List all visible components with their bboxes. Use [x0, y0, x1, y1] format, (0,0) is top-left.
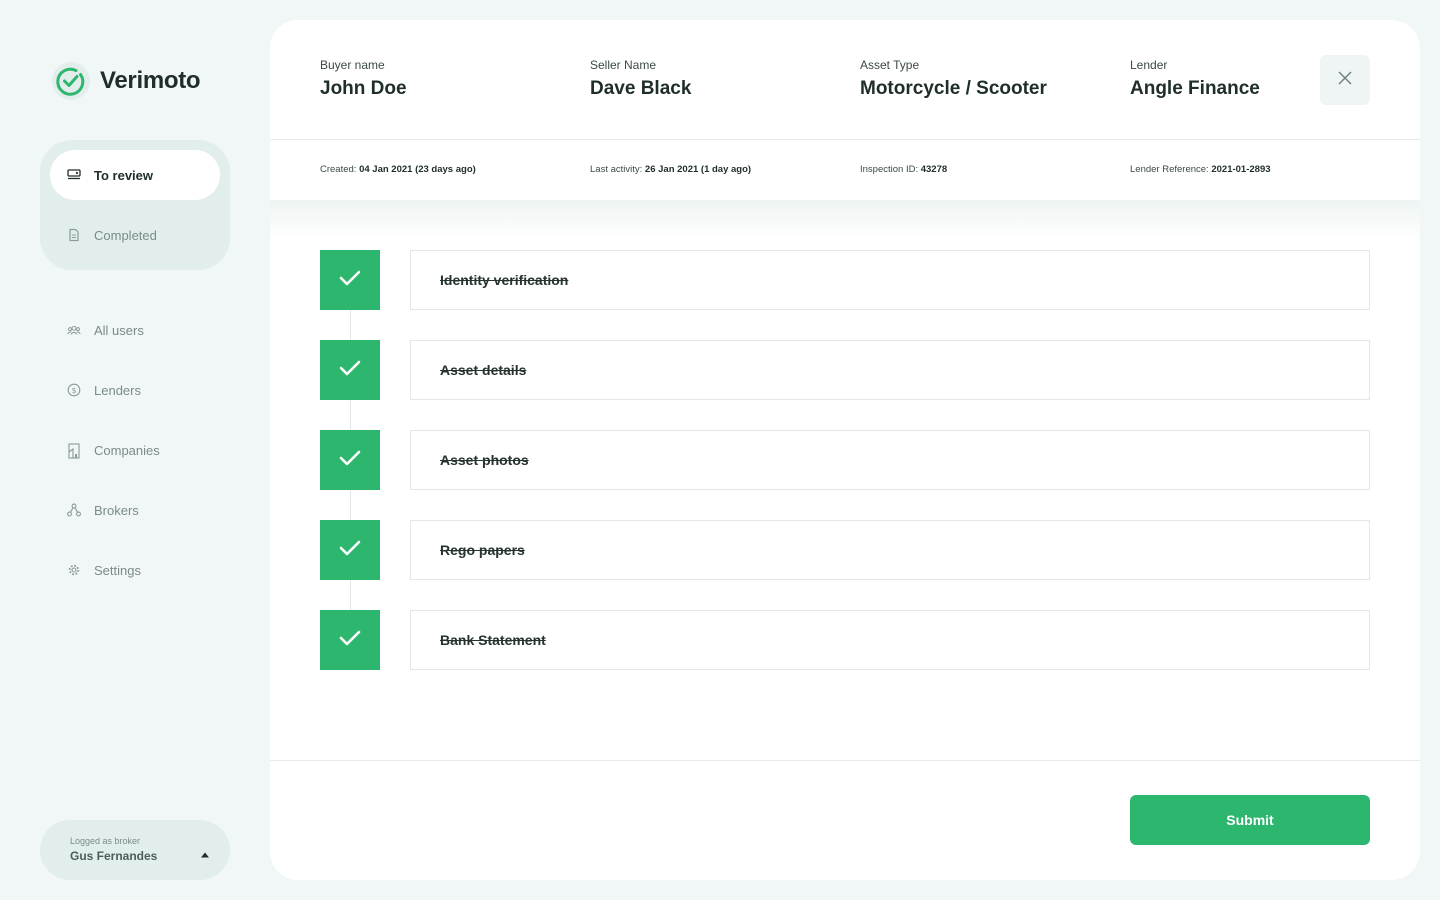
sidebar-item-brokers[interactable]: Brokers: [50, 485, 139, 535]
sidebar-item-label: Companies: [94, 442, 160, 458]
gear-icon: [67, 563, 81, 577]
field-value: Angle Finance: [1130, 78, 1260, 99]
step-label: Identity verification: [440, 272, 569, 288]
step-label: Asset details: [440, 362, 527, 378]
field-value: John Doe: [320, 78, 407, 99]
step-checkbox[interactable]: [320, 250, 380, 310]
inbox-icon: [67, 168, 81, 182]
meta-value: 26 Jan 2021 (1 day ago): [644, 164, 752, 175]
meta-value: 43278: [920, 164, 948, 175]
field-label: Lender: [1130, 58, 1168, 72]
nav-item-completed[interactable]: Completed: [50, 210, 220, 260]
sidebar-item-settings[interactable]: Settings: [50, 545, 141, 595]
meta-value: 2021-01-2893: [1211, 164, 1271, 175]
step-checkbox[interactable]: [320, 520, 380, 580]
seller-field: Seller Name Dave Black: [590, 58, 691, 100]
field-label: Seller Name: [590, 58, 657, 72]
brand-name: Verimoto: [100, 67, 201, 94]
field-value: Dave Black: [590, 78, 692, 99]
lender-field: Lender Angle Finance: [1130, 58, 1260, 100]
user-name: Gus Fernandes: [70, 849, 158, 863]
checkmark-icon: [339, 630, 361, 651]
svg-text:$: $: [71, 386, 76, 395]
meta-label: Created:: [320, 164, 357, 175]
meta-lender-reference: Lender Reference: 2021-01-2893: [1130, 164, 1271, 175]
network-icon: [67, 503, 81, 517]
user-menu[interactable]: Logged as broker Gus Fernandes: [40, 820, 230, 880]
users-icon: [67, 323, 81, 337]
header-shadow: [270, 200, 1420, 240]
sidebar-item-label: Brokers: [94, 502, 139, 518]
nav-item-to-review[interactable]: To review: [50, 150, 220, 200]
dollar-icon: $: [67, 383, 81, 397]
step-label: Asset photos: [440, 452, 529, 468]
step-checkbox[interactable]: [320, 340, 380, 400]
step-card[interactable]: Asset photos: [410, 430, 1370, 490]
sidebar-item-companies[interactable]: Companies: [50, 425, 160, 475]
sidebar-item-label: All users: [94, 322, 144, 338]
caret-up-icon: [200, 846, 210, 864]
inspection-header: Buyer name John Doe Seller Name Dave Bla…: [270, 20, 1420, 140]
asset-type-field: Asset Type Motorcycle / Scooter: [860, 58, 1047, 100]
field-label: Asset Type: [860, 58, 920, 72]
field-label: Buyer name: [320, 58, 385, 72]
meta-label: Inspection ID:: [860, 164, 919, 175]
step-card[interactable]: Rego papers: [410, 520, 1370, 580]
step-card[interactable]: Asset details: [410, 340, 1370, 400]
inspection-panel: Buyer name John Doe Seller Name Dave Bla…: [270, 20, 1420, 880]
step-label: Bank Statement: [440, 632, 546, 648]
brand-logo[interactable]: Verimoto: [52, 62, 201, 100]
step-label: Rego papers: [440, 542, 525, 558]
checkmark-icon: [339, 270, 361, 291]
nav-item-label: Completed: [94, 227, 157, 243]
step-identity-verification[interactable]: Identity verification: [320, 250, 1370, 310]
meta-inspection-id: Inspection ID: 43278: [860, 164, 947, 175]
step-card[interactable]: Bank Statement: [410, 610, 1370, 670]
check-circle-icon: [52, 62, 90, 100]
building-icon: [67, 443, 81, 459]
review-nav-group: To review Completed: [40, 140, 230, 270]
field-value: Motorcycle / Scooter: [860, 78, 1047, 99]
footer-divider: [270, 760, 1420, 761]
nav-item-label: To review: [94, 167, 154, 183]
sidebar-item-all-users[interactable]: All users: [50, 305, 144, 355]
step-bank-statement[interactable]: Bank Statement: [320, 610, 1370, 670]
meta-label: Last activity:: [590, 164, 643, 175]
meta-value: 04 Jan 2021 (23 days ago): [359, 164, 476, 175]
close-button[interactable]: [1320, 55, 1370, 105]
sidebar-item-label: Lenders: [94, 382, 141, 398]
meta-last-activity: Last activity: 26 Jan 2021 (1 day ago): [590, 164, 751, 175]
step-card[interactable]: Identity verification: [410, 250, 1370, 310]
submit-button[interactable]: Submit: [1130, 795, 1370, 845]
inspection-meta: Created: 04 Jan 2021 (23 days ago) Last …: [270, 141, 1420, 201]
step-checkbox[interactable]: [320, 430, 380, 490]
step-asset-details[interactable]: Asset details: [320, 340, 1370, 400]
close-icon: [1338, 71, 1352, 90]
checkmark-icon: [339, 450, 361, 471]
sidebar-item-label: Settings: [94, 562, 141, 578]
meta-created: Created: 04 Jan 2021 (23 days ago): [320, 164, 476, 175]
buyer-field: Buyer name John Doe: [320, 58, 407, 100]
sidebar-item-lenders[interactable]: $ Lenders: [50, 365, 141, 415]
checkmark-icon: [339, 360, 361, 381]
checkmark-icon: [339, 540, 361, 561]
step-rego-papers[interactable]: Rego papers: [320, 520, 1370, 580]
step-checkbox[interactable]: [320, 610, 380, 670]
step-asset-photos[interactable]: Asset photos: [320, 430, 1370, 490]
document-icon: [67, 228, 81, 242]
meta-label: Lender Reference:: [1130, 164, 1209, 175]
user-role: Logged as broker: [70, 836, 141, 846]
